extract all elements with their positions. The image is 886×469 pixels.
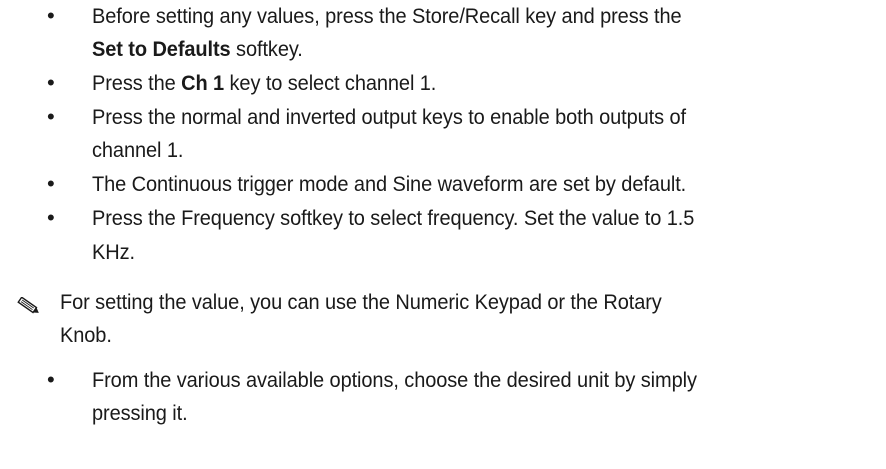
bullet-marker: • xyxy=(47,205,55,230)
step-text: Press the xyxy=(92,71,182,95)
step-text: Press the Frequency softkey to select fr… xyxy=(92,206,695,230)
document-page: • Before setting any values, press the S… xyxy=(0,0,886,469)
bullet-marker: • xyxy=(47,171,55,196)
key-name: Ch 1 xyxy=(181,71,225,95)
step-text: pressing it. xyxy=(92,401,188,425)
step-text: Before setting any values, press the Sto… xyxy=(92,4,682,28)
pencil-note-icon xyxy=(17,297,39,314)
step-text: key to select channel 1. xyxy=(224,71,437,95)
softkey-name: Set to Defaults xyxy=(92,37,231,61)
bullet-marker: • xyxy=(47,70,55,95)
step-text: The Continuous trigger mode and Sine wav… xyxy=(92,172,687,196)
step-text: KHz. xyxy=(92,240,135,264)
step-text: softkey. xyxy=(230,37,303,61)
step-text: From the various available options, choo… xyxy=(92,368,697,392)
bullet-marker: • xyxy=(47,367,55,392)
note-text: For setting the value, you can use the N… xyxy=(60,290,662,314)
note-text: Knob. xyxy=(60,323,112,347)
bullet-marker: • xyxy=(47,3,55,28)
bullet-marker: • xyxy=(47,104,55,129)
step-text: Press the normal and inverted output key… xyxy=(92,105,687,129)
step-text: channel 1. xyxy=(92,138,184,162)
